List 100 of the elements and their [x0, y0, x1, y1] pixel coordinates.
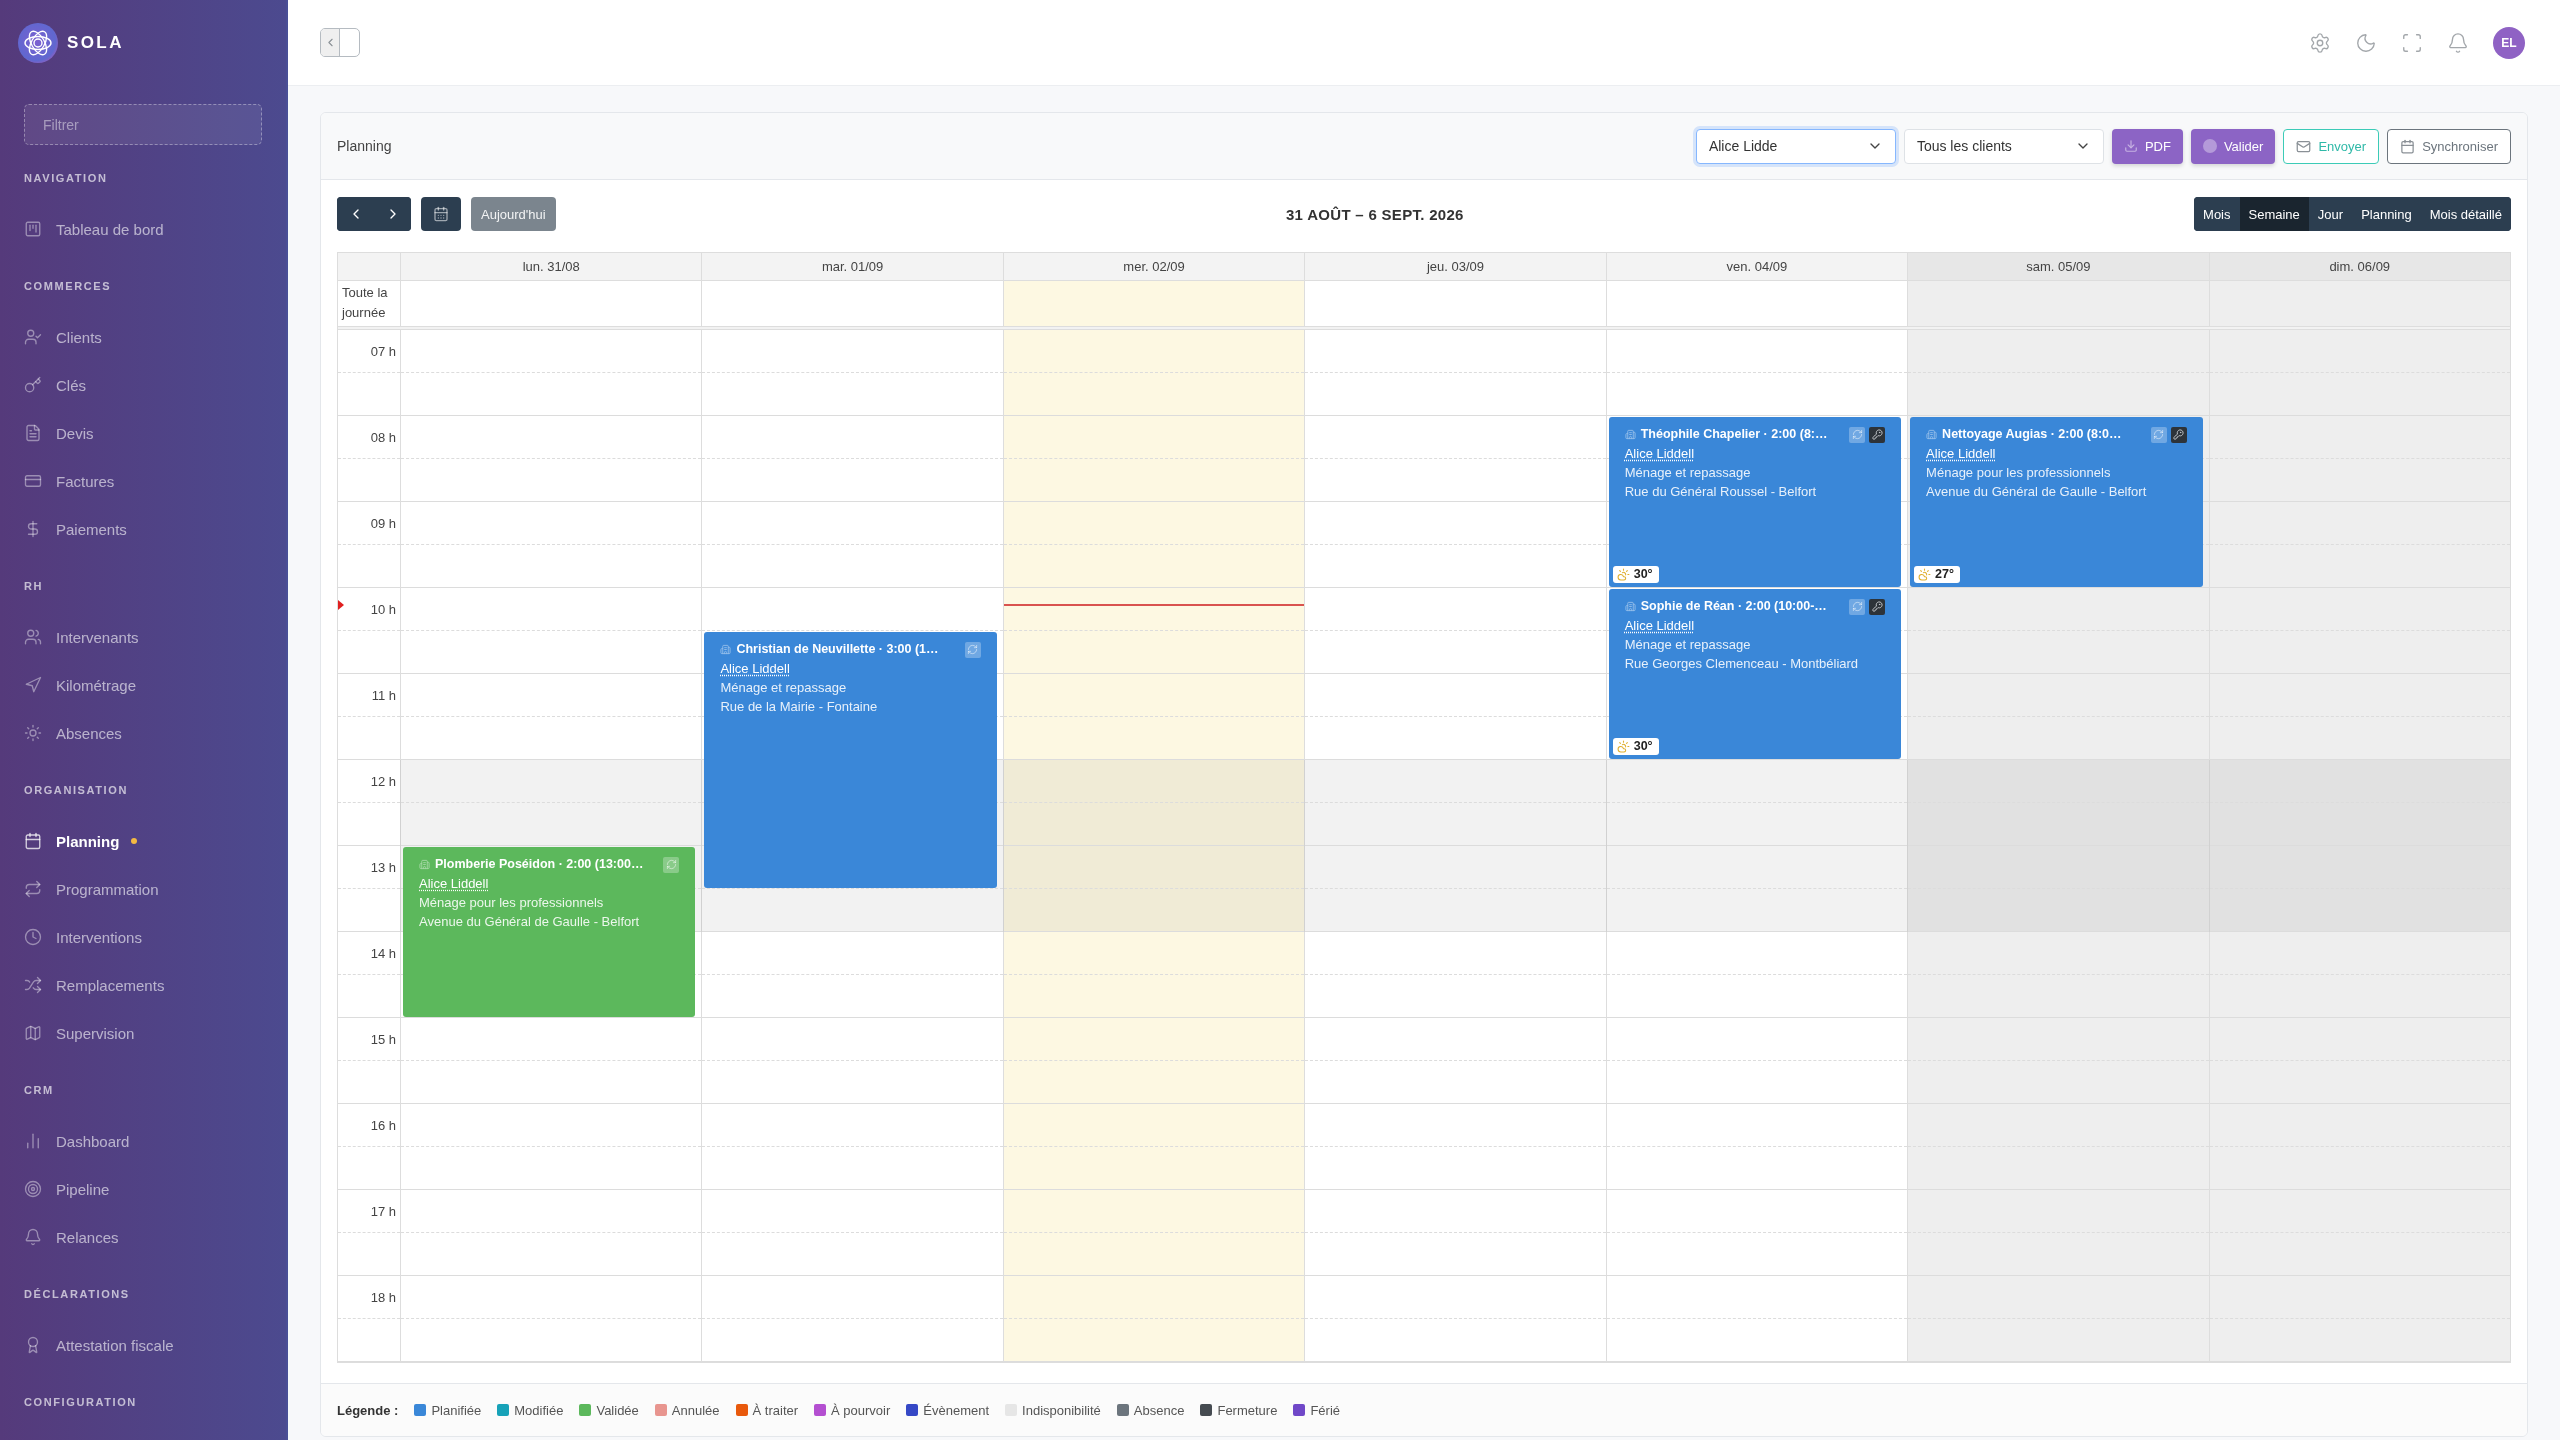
calendar-icon — [24, 832, 42, 850]
sidebar-item[interactable]: Relances — [24, 1213, 119, 1261]
employee-link[interactable]: Alice Liddell — [720, 659, 790, 678]
legend-label: À traiter — [752, 1402, 799, 1418]
credit-card-icon — [24, 472, 42, 490]
employee-link[interactable]: Alice Liddell — [1624, 444, 1695, 463]
circle-icon — [2202, 139, 2217, 153]
building-icon — [1926, 429, 1938, 440]
event-title: Théophile Chapelier · 2:00 (8:… — [1640, 426, 1828, 443]
sidebar-item[interactable]: Factures — [24, 457, 115, 505]
sidebar-item[interactable]: Kilométrage — [24, 661, 137, 709]
sidebar-item[interactable]: Remplacements — [24, 961, 165, 1009]
sidebar-item[interactable]: Programmation — [24, 865, 159, 913]
section-label: DÉCLARATIONS — [24, 1287, 130, 1301]
today-button[interactable]: Aujourd'hui — [471, 197, 556, 231]
hour-label: 08 h — [370, 429, 397, 445]
document-icon — [24, 424, 42, 442]
sidebar-item[interactable]: Attestation fiscale — [24, 1321, 174, 1369]
event-card[interactable]: Nettoyage Augias · 2:00 (8:0… Alice Liddell Ménage pour les professionnels Avenue du Général de Gaulle - Belfort 27° — [1910, 417, 2203, 587]
employee-link[interactable]: Alice Liddell — [1624, 616, 1695, 635]
shuffle-icon — [24, 976, 42, 994]
employee-link[interactable]: Alice Liddell — [419, 874, 489, 893]
card-title: Planning — [337, 138, 392, 154]
users-icon — [24, 628, 42, 646]
legend-title: Légende : — [337, 1402, 399, 1418]
calendar-icon — [433, 206, 449, 222]
bell-icon[interactable] — [2447, 31, 2469, 54]
address-text: Rue du Général Roussel - Belfort — [1624, 483, 1817, 501]
collapse-sidebar-button[interactable] — [320, 28, 360, 57]
employee-select[interactable]: Alice Lidde — [1695, 128, 1896, 164]
event-title: Plomberie Poséidon · 2:00 (13:00… — [435, 856, 644, 873]
date-range-title: 31 AOÛT – 6 SEPT. 2026 — [1285, 205, 1464, 223]
fullscreen-icon[interactable] — [2401, 31, 2423, 54]
section-label: NAVIGATION — [24, 171, 108, 185]
repeat-icon — [24, 880, 42, 898]
key-icon[interactable] — [2170, 426, 2187, 443]
hour-label: 16 h — [370, 1117, 397, 1133]
day-header: sam. 05/09 — [1907, 253, 2209, 280]
clock-icon — [24, 928, 42, 946]
sidebar-item[interactable]: Absences — [24, 709, 122, 757]
sidebar-item[interactable]: Paiements — [24, 505, 127, 553]
legend-label: Indisponibilité — [1022, 1402, 1101, 1418]
sidebar-item[interactable]: Planning — [24, 817, 138, 865]
section-label: COMMERCES — [24, 279, 112, 293]
building-icon — [720, 644, 732, 655]
date-picker-button[interactable] — [421, 197, 461, 231]
sidebar-item[interactable]: Clés — [24, 361, 86, 409]
moon-icon[interactable] — [2355, 31, 2377, 54]
event-card[interactable]: Sophie de Réan · 2:00 (10:00-… Alice Liddell Ménage et repassage Rue Georges Clemenceau - Montbéliard 30° — [1608, 589, 1902, 759]
hour-label: 09 h — [370, 515, 397, 531]
sun-cloud-icon — [1918, 568, 1932, 581]
sidebar-item[interactable]: Interventions — [24, 913, 142, 961]
employee-link[interactable]: Alice Liddell — [1926, 444, 1996, 463]
section-label: RH — [24, 579, 44, 593]
service-text: Ménage pour les professionnels — [419, 894, 604, 912]
bell-icon — [24, 1228, 42, 1246]
service-text: Ménage et repassage — [720, 679, 847, 697]
event-title: Christian de Neuvillette · 3:00 (1… — [736, 641, 939, 658]
sun-cloud-icon — [1616, 568, 1630, 581]
address-text: Rue Georges Clemenceau - Montbéliard — [1624, 655, 1859, 673]
sun-cloud-icon — [1616, 740, 1630, 753]
bar-chart-icon — [24, 1132, 42, 1150]
refresh-icon[interactable] — [1849, 598, 1866, 615]
sun-icon — [24, 724, 42, 742]
key-icon[interactable] — [1869, 598, 1886, 615]
sidebar-item[interactable]: Intervenants — [24, 613, 139, 661]
event-card[interactable]: Théophile Chapelier · 2:00 (8:… Alice Liddell Ménage et repassage Rue du Général Roussel - Belfort 30° — [1608, 417, 1902, 587]
address-text: Avenue du Général de Gaulle - Belfort — [419, 913, 640, 931]
action-button[interactable]: PDF — [2111, 128, 2183, 164]
settings-icon[interactable] — [2309, 31, 2331, 54]
client-select[interactable]: Tous les clients — [1903, 128, 2104, 164]
sidebar-item[interactable]: Supervision — [24, 1009, 135, 1057]
action-button[interactable]: Valider — [2190, 128, 2276, 164]
refresh-icon[interactable] — [1849, 426, 1866, 443]
sidebar-item[interactable]: Tableau de bord — [24, 205, 164, 253]
user-avatar[interactable]: EL — [2493, 26, 2525, 59]
brand-name: SOLA — [67, 33, 124, 53]
key-icon[interactable] — [1869, 426, 1886, 443]
section-label: CONFIGURATION — [24, 1395, 137, 1409]
hour-label: 10 h — [370, 601, 397, 617]
sidebar-item[interactable]: Devis — [24, 409, 94, 457]
building-icon — [1624, 601, 1636, 612]
hour-label: 15 h — [370, 1031, 397, 1047]
temperature-text: 30° — [1633, 738, 1653, 755]
hour-label: 18 h — [370, 1289, 397, 1305]
sidebar-item[interactable]: Pipeline — [24, 1165, 110, 1213]
refresh-icon[interactable] — [964, 641, 981, 658]
target-icon — [24, 1180, 42, 1198]
sidebar-item[interactable]: Clients — [24, 313, 102, 361]
refresh-icon[interactable] — [2150, 426, 2167, 443]
legend-label: Modifiée — [514, 1402, 564, 1418]
key-icon — [24, 376, 42, 394]
service-text: Ménage pour les professionnels — [1926, 464, 2111, 482]
sidebar-item[interactable]: Dashboard — [24, 1117, 130, 1165]
action-button[interactable]: Envoyer — [2283, 128, 2380, 164]
event-card[interactable]: Plomberie Poséidon · 2:00 (13:00… Alice Liddell Ménage pour les professionnels Avenue du Général de Gaulle - Belfort — [403, 847, 696, 1017]
action-button[interactable]: Synchroniser — [2387, 128, 2511, 164]
event-card[interactable]: Christian de Neuvillette · 3:00 (1… Alice Liddell Ménage et repassage Rue de la Mairie - Fontaine — [704, 632, 997, 888]
view-tab[interactable]: Semaine — [2239, 197, 2309, 231]
refresh-icon[interactable] — [663, 856, 680, 873]
